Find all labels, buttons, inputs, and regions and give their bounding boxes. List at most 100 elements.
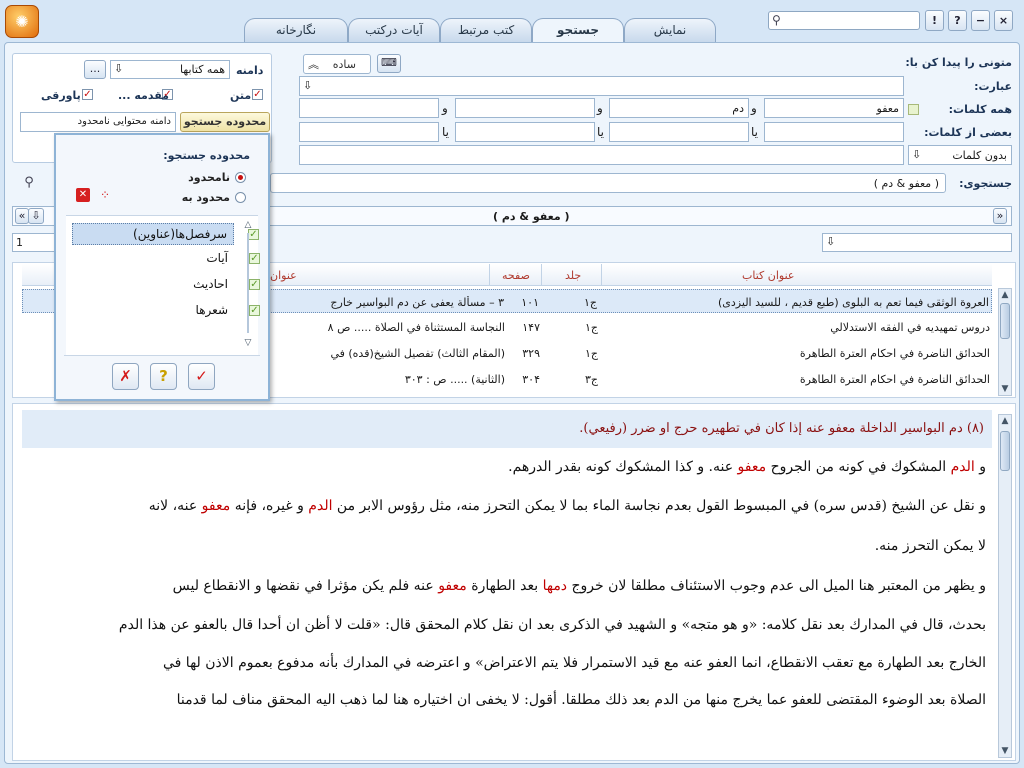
window-search[interactable]: ⚲ <box>768 11 920 30</box>
popup-item-poems[interactable]: ✓ شعرها <box>72 300 260 322</box>
limited-radio[interactable] <box>235 192 246 203</box>
cancel-button[interactable]: ✗ <box>112 363 139 390</box>
scope-value: همه کتابها <box>180 63 225 76</box>
scope-label: دامنه <box>236 64 264 77</box>
tab-search[interactable]: جستجو <box>532 18 624 43</box>
scroll-down-icon[interactable]: ▼ <box>999 383 1011 395</box>
some-words-input-4[interactable] <box>299 122 439 142</box>
confirm-button[interactable]: ✓ <box>188 363 215 390</box>
all-words-value-2: دم <box>732 102 744 115</box>
help-button[interactable]: ? <box>150 363 177 390</box>
scroll-down-icon[interactable]: ▼ <box>999 745 1011 757</box>
row-page: ۳۰۴ <box>522 373 540 386</box>
page-number-value: 1 <box>16 236 23 249</box>
all-words-input-4[interactable] <box>299 98 439 118</box>
filter-input[interactable]: ⇩ <box>822 233 1012 252</box>
tab-verses-in-books[interactable]: آیات درکتب <box>348 18 440 42</box>
search-limit-value: دامنه محتوایی نامحدود <box>77 116 171 127</box>
search-mode-select[interactable]: ︽ ساده <box>303 54 371 74</box>
text-checkbox[interactable]: ✓ <box>252 89 263 100</box>
column-header-volume[interactable]: جلد <box>565 269 581 282</box>
keyboard-icon: ⌨ <box>381 56 397 69</box>
some-words-input-1[interactable] <box>764 122 904 142</box>
scroll-thumb[interactable] <box>1000 431 1010 471</box>
search-limit-button[interactable]: محدوده جستجو <box>180 112 270 132</box>
content-scrollbar[interactable]: ▲ ▼ <box>998 414 1012 758</box>
column-divider <box>601 264 602 286</box>
all-words-input-1[interactable]: معفو <box>764 98 904 118</box>
phrase-label: عبارت: <box>974 80 1012 93</box>
content-text: عنه. و كذا المشكوك كونه بقدر الدرهم. <box>508 459 738 475</box>
all-words-checkbox[interactable] <box>908 104 919 115</box>
unlimited-radio[interactable] <box>235 172 246 183</box>
scroll-up-icon[interactable]: △ <box>242 219 254 231</box>
tab-related-books[interactable]: کتب مرتبط <box>440 18 532 42</box>
popup-list-scrollbar[interactable]: △ ▽ <box>242 219 254 349</box>
popup-item-label: شعرها <box>195 303 228 317</box>
query-field: ( معفو & دم ) <box>270 173 946 193</box>
or-label-2: یا <box>597 125 604 139</box>
content-text: و نقل عن الشيخ (قدس سره) في المبسوط القو… <box>332 498 986 514</box>
app-logo-icon: ✺ <box>15 12 29 31</box>
column-header-page[interactable]: صفحه <box>502 269 530 282</box>
row-title: النجاسة المستثناة في الصلاة ..... ص ۸ <box>327 321 505 334</box>
row-book: العروة الوثقى فيما تعم به البلوى (طبع قد… <box>718 296 989 309</box>
result-down-button[interactable]: ⇩ <box>28 208 44 224</box>
highlighted-term: معفو <box>201 498 231 514</box>
help-button[interactable]: ? <box>948 10 967 31</box>
keyboard-button[interactable]: ⌨ <box>377 54 401 73</box>
highlighted-term: الدم <box>308 498 333 514</box>
row-title: (الثانية) ..... ص : ۳۰۳ <box>404 373 505 386</box>
all-words-input-2[interactable]: دم <box>609 98 749 118</box>
row-book: الحدائق الناضرة في احكام العترة الطاهرة <box>799 347 990 360</box>
column-header-book[interactable]: عنوان کتاب <box>742 269 794 282</box>
row-title: ۳ – مسألة يعفى عن دم البواسير خارج <box>330 296 504 309</box>
tab-gallery[interactable]: نگارخانه <box>244 18 348 42</box>
dropdown-arrow-icon: ⇩ <box>114 62 124 75</box>
chevron-up-icon: ︽ <box>308 58 319 71</box>
row-page: ۱۰۱ <box>521 296 539 309</box>
results-scrollbar[interactable]: ▲ ▼ <box>998 288 1012 396</box>
alert-button[interactable]: ! <box>925 10 944 31</box>
row-volume: ج۱ <box>584 321 598 334</box>
close-button[interactable]: × <box>994 10 1013 31</box>
popup-item-headings[interactable]: ✓ سرفصل‌ها(عناوین) <box>72 223 259 245</box>
minimize-button[interactable]: − <box>971 10 990 31</box>
without-words-input[interactable] <box>299 145 904 165</box>
highlighted-term: الدم <box>950 459 975 475</box>
tab-view[interactable]: نمایش <box>624 18 716 42</box>
content-text: بحدث، قال في المدارك بعد نقل كلامه: «و ه… <box>118 617 986 633</box>
scope-select[interactable]: ⇩ همه کتابها <box>110 60 230 79</box>
next-result-button[interactable]: « <box>15 208 29 224</box>
search-heading: متونی را پیدا کن با: <box>905 56 1012 69</box>
popup-item-verses[interactable]: ✓ آیات <box>72 248 260 270</box>
column-header-title[interactable]: عنوان <box>270 269 297 282</box>
content-text: الصلاة بعد الوضوء المقتضى للعفو عما يخرج… <box>176 692 986 708</box>
select-all-icon[interactable]: ⁘ <box>98 188 112 202</box>
row-volume: ج۳ <box>584 373 598 386</box>
scroll-up-icon[interactable]: ▲ <box>999 289 1011 301</box>
some-words-input-2[interactable] <box>609 122 749 142</box>
footnote-checkbox[interactable]: ✓ <box>82 89 93 100</box>
search-mode-value: ساده <box>332 58 356 71</box>
highlighted-term: دمها <box>542 578 568 594</box>
phrase-input[interactable]: ⇩ <box>299 76 904 96</box>
row-page: ۱۴۷ <box>522 321 540 334</box>
popup-item-hadiths[interactable]: ✓ احادیث <box>72 274 260 296</box>
scroll-up-icon[interactable]: ▲ <box>999 415 1011 427</box>
search-limit-field[interactable]: دامنه محتوایی نامحدود <box>20 112 176 132</box>
deselect-all-icon[interactable]: ✕ <box>76 188 90 202</box>
query-search-button[interactable]: ⚲ <box>16 175 42 193</box>
all-words-input-3[interactable] <box>455 98 595 118</box>
content-text: بعد الطهارة <box>466 578 543 594</box>
scroll-down-icon[interactable]: ▽ <box>242 337 254 349</box>
or-label-3: یا <box>442 125 449 139</box>
prev-result-button[interactable]: » <box>993 208 1007 224</box>
some-words-input-3[interactable] <box>455 122 595 142</box>
without-words-select[interactable]: ⇩ بدون کلمات <box>908 145 1012 165</box>
app-logo[interactable]: ✺ <box>5 5 39 38</box>
scroll-thumb[interactable] <box>1000 303 1010 339</box>
scope-more-button[interactable]: ... <box>84 60 106 79</box>
page-number-input[interactable]: 1 <box>12 233 56 252</box>
popup-title: محدوده جستجو: <box>163 149 250 162</box>
